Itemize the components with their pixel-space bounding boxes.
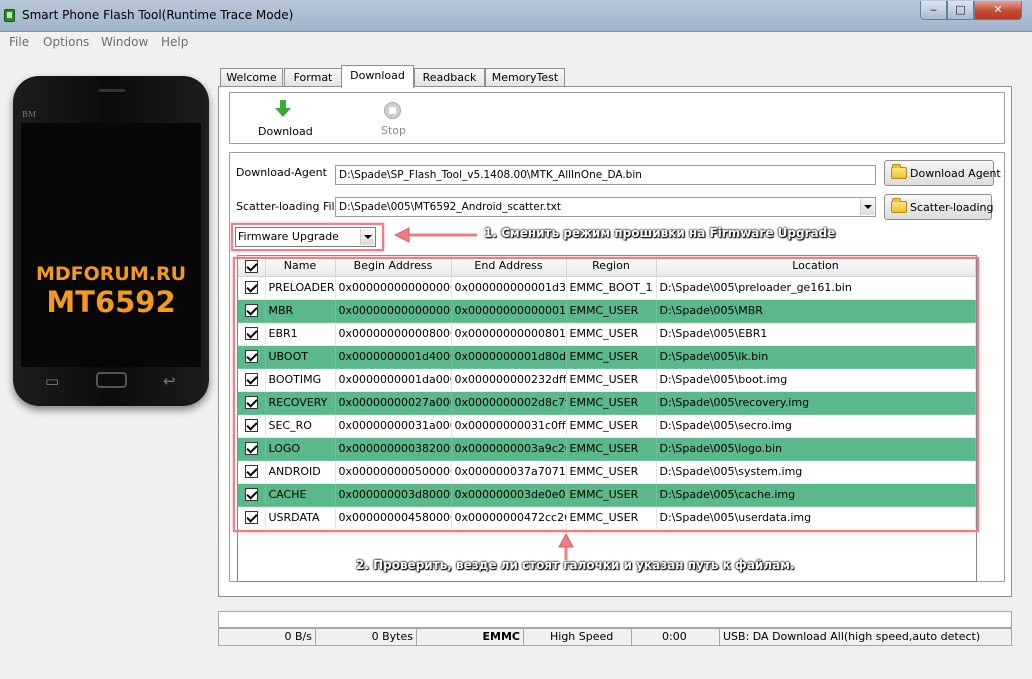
flash-mode-select[interactable]: Firmware Upgrade (235, 227, 376, 247)
close-button[interactable]: ✕ (974, 1, 1022, 20)
title-bar: Smart Phone Flash Tool(Runtime Trace Mod… (0, 0, 1032, 32)
annotation-step2: 2. Проверить, везде ли стоят галочки и у… (356, 558, 795, 572)
menu-window[interactable]: Window (101, 35, 148, 49)
status-bar: 0 B/s 0 Bytes EMMC High Speed 0:00 USB: … (218, 628, 1012, 646)
scatter-loading-button-label: Scatter-loading (910, 201, 994, 214)
menu-options[interactable]: Options (43, 35, 89, 49)
scatter-file-path: D:\Spade\005\MT6592_Android_scatter.txt (339, 201, 561, 213)
tab-readback[interactable]: Readback (414, 68, 485, 87)
minimize-button[interactable]: ‒ (920, 1, 947, 20)
stop-button[interactable]: Stop (381, 124, 406, 137)
tab-download[interactable]: Download (341, 65, 414, 88)
toolbar (229, 92, 1005, 144)
download-agent-button[interactable]: Download Agent (884, 160, 1001, 186)
phone-speaker (99, 89, 125, 92)
maximize-button[interactable]: □ (947, 1, 974, 20)
annotation-arrow-icon (395, 227, 477, 243)
scatter-file-field[interactable]: D:\Spade\005\MT6592_Android_scatter.txt (335, 197, 876, 217)
table-highlight (233, 257, 979, 532)
status-bytes: 0 Bytes (316, 629, 417, 645)
menu-key-icon: ▭ (45, 372, 60, 390)
annotation-arrow-icon (558, 534, 574, 560)
scatter-loading-button[interactable]: Scatter-loading (884, 194, 994, 220)
tab-memorytest[interactable]: MemoryTest (485, 68, 565, 87)
phone-brand: BM (22, 110, 37, 119)
tab-welcome[interactable]: Welcome (220, 68, 283, 87)
menu-help[interactable]: Help (161, 35, 188, 49)
phone-screen-site: MDFORUM.RU (35, 263, 187, 285)
phone-screen: MDFORUM.RU MT6592 (21, 123, 201, 367)
stop-icon[interactable] (384, 102, 401, 119)
back-key-icon: ↩ (163, 372, 176, 390)
download-arrow-icon[interactable] (275, 100, 291, 119)
status-speed: 0 B/s (219, 629, 316, 645)
download-agent-button-label: Download Agent (910, 167, 1001, 180)
download-agent-field[interactable]: D:\Spade\SP_Flash_Tool_v5.1408.00\MTK_Al… (335, 165, 876, 185)
window-title: Smart Phone Flash Tool(Runtime Trace Mod… (22, 8, 294, 22)
download-agent-label: Download-Agent (236, 166, 327, 179)
phone-image: BM MDFORUM.RU MT6592 ▭ ↩ (13, 76, 209, 406)
phone-screen-chip: MT6592 (46, 285, 176, 319)
annotation-step1: 1. Сменить режим прошивки на Firmware Up… (484, 226, 836, 240)
download-button[interactable]: Download (258, 125, 313, 138)
status-usb: USB: DA Download All(high speed,auto det… (723, 630, 981, 643)
status-storage: EMMC (417, 629, 524, 645)
menu-bar: File Options Window Help (0, 32, 1032, 52)
progress-bar (218, 611, 1012, 628)
app-icon (4, 9, 15, 22)
chevron-down-icon[interactable] (360, 229, 374, 245)
status-speed-mode: High Speed (524, 629, 632, 645)
menu-file[interactable]: File (9, 35, 29, 49)
status-time: 0:00 (632, 629, 720, 645)
folder-icon (891, 198, 907, 213)
flash-mode-value: Firmware Upgrade (238, 230, 339, 243)
folder-icon (891, 164, 907, 179)
chevron-down-icon[interactable] (860, 199, 874, 215)
tab-format[interactable]: Format (284, 68, 342, 87)
home-key-icon (96, 372, 127, 388)
scatter-file-label: Scatter-loading File (236, 200, 342, 213)
